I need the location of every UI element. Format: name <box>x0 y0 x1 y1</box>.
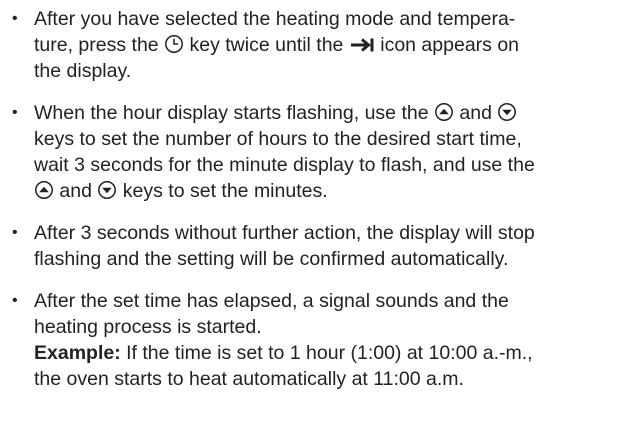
text-segment: After you have selected the heating mode… <box>34 8 516 30</box>
text-line: keys to set the number of hours to the d… <box>34 126 635 152</box>
text-line: flashing and the setting will be confirm… <box>34 246 635 272</box>
up-key-icon <box>34 180 54 200</box>
text-segment: icon appears on <box>374 34 520 56</box>
text-segment: key twice until the <box>184 34 349 56</box>
text-segment: keys to set the number of hours to the d… <box>34 128 522 150</box>
text-segment: keys to set the minutes. <box>117 180 328 202</box>
example-label: Example: <box>34 342 121 364</box>
text-segment: and <box>453 102 498 124</box>
up-key-icon <box>434 102 454 122</box>
instruction-item: • After the set time has elapsed, a signa… <box>10 288 635 392</box>
text-line: After the set time has elapsed, a signal… <box>34 288 635 314</box>
down-key-icon <box>497 102 517 122</box>
instructions-content: • After you have selected the heating mod… <box>10 6 635 408</box>
instruction-item: • After 3 seconds without further action,… <box>10 220 635 272</box>
bullet-dot: • <box>12 104 18 121</box>
text-line: heating process is started. <box>34 314 635 340</box>
text-line: When the hour display starts flashing, u… <box>34 100 635 126</box>
text-segment: flashing and the setting will be confirm… <box>34 248 509 270</box>
bullet-dot: • <box>12 292 18 309</box>
clock-key-icon <box>164 34 184 54</box>
arrow-to-bar-icon <box>349 36 375 54</box>
text-segment: When the hour display starts flashing, u… <box>34 102 434 124</box>
text-line: After you have selected the heating mode… <box>34 6 635 32</box>
text-line: After 3 seconds without further action, … <box>34 220 635 246</box>
text-segment: After 3 seconds without further action, … <box>34 222 535 244</box>
bullet-dot: • <box>12 224 18 241</box>
text-line: Example: If the time is set to 1 hour (1… <box>34 340 635 366</box>
text-line: the display. <box>34 58 635 84</box>
instruction-list: • After you have selected the heating mod… <box>10 6 635 392</box>
text-segment: ture, press the <box>34 34 165 56</box>
text-segment: the oven starts to heat automatically at… <box>34 368 464 390</box>
text-segment: After the set time has elapsed, a signal… <box>34 290 509 312</box>
text-line: and keys to set the minutes. <box>34 178 635 204</box>
text-segment: and <box>54 180 98 202</box>
instruction-item: • After you have selected the heating mod… <box>10 6 635 84</box>
text-segment: heating process is started. <box>34 316 262 338</box>
text-segment: wait 3 seconds for the minute display to… <box>34 154 535 176</box>
text-segment: the display. <box>34 60 132 82</box>
instruction-item: • When the hour display starts flashing, … <box>10 100 635 204</box>
text-line: ture, press the key twice until the icon… <box>34 32 635 58</box>
down-key-icon <box>97 180 117 200</box>
text-segment: If the time is set to 1 hour (1:00) at 1… <box>120 342 533 364</box>
text-line: wait 3 seconds for the minute display to… <box>34 152 635 178</box>
text-line: the oven starts to heat automatically at… <box>34 366 635 392</box>
bullet-dot: • <box>12 10 18 27</box>
